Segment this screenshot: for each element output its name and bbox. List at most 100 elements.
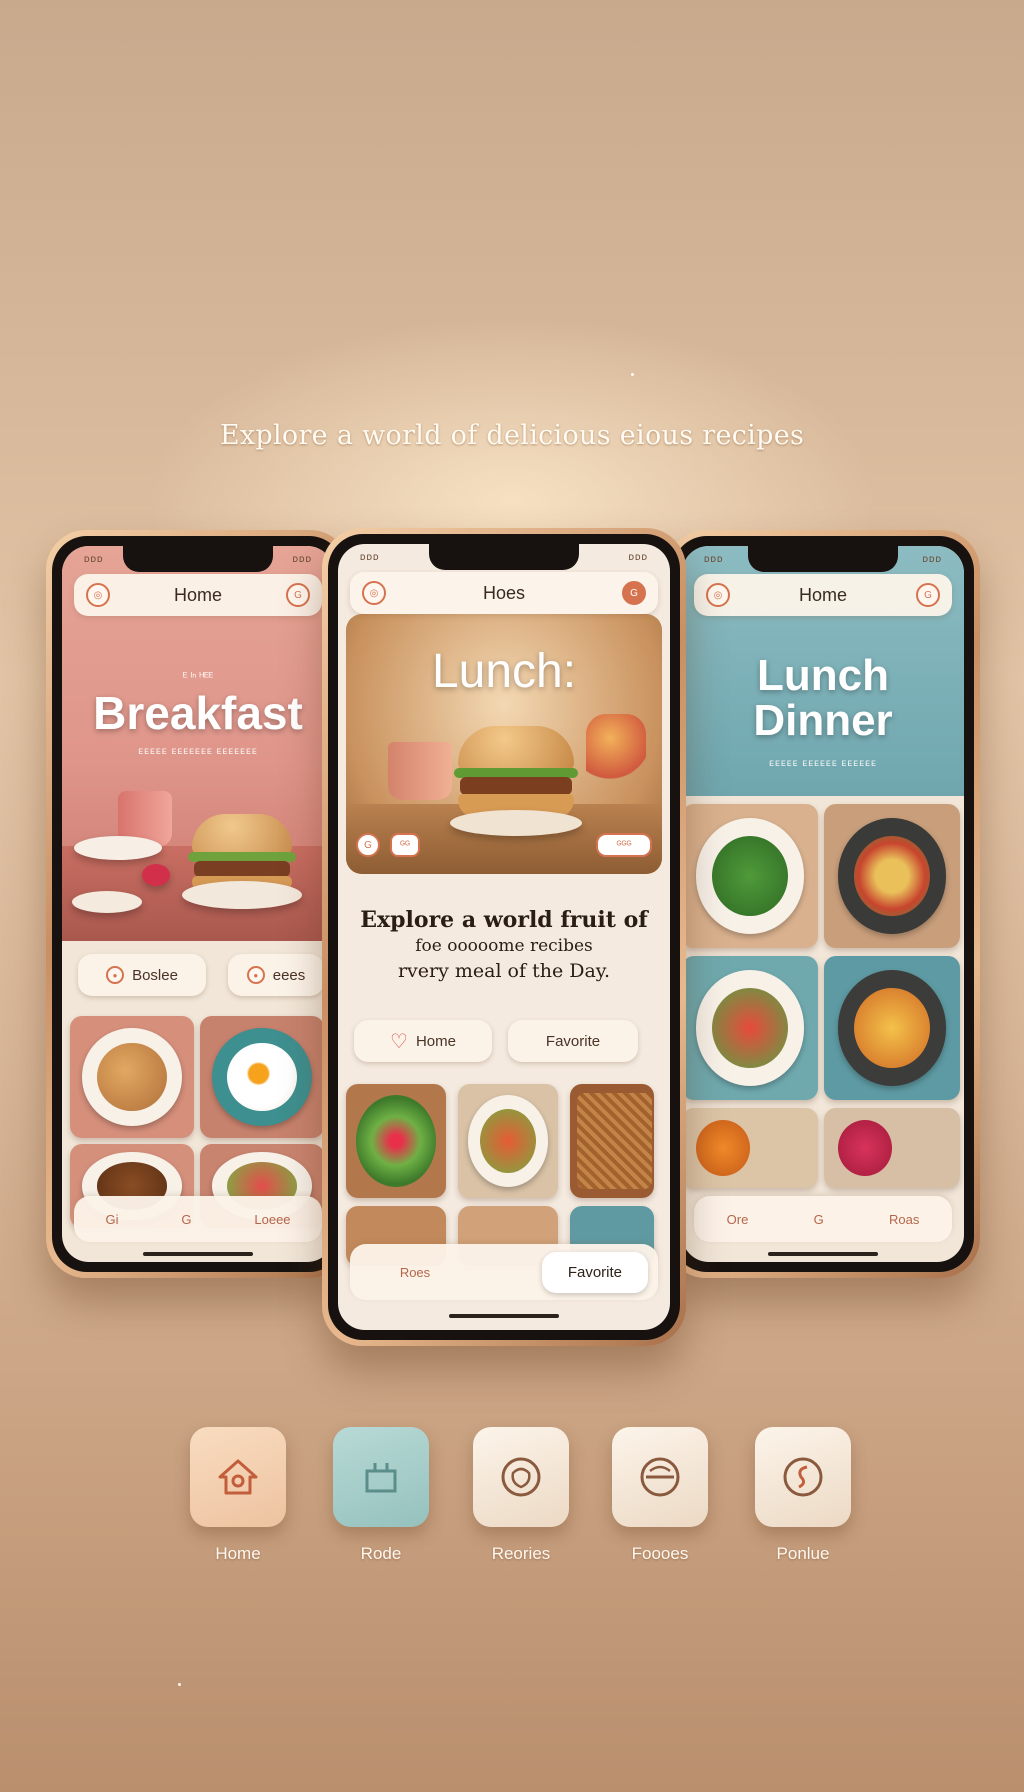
hero-title-line2: Dinner bbox=[753, 696, 893, 745]
recipe-tile[interactable] bbox=[570, 1084, 654, 1198]
notch bbox=[748, 546, 898, 572]
nav-item-favorite[interactable]: Favorite bbox=[541, 1251, 648, 1293]
notch bbox=[123, 546, 273, 572]
dish-image bbox=[576, 1093, 653, 1189]
recipe-tile[interactable] bbox=[346, 1084, 446, 1198]
breakfast-secondary-pill[interactable]: ● eees bbox=[228, 954, 324, 996]
menu-icon[interactable]: ◎ bbox=[706, 583, 730, 607]
home-pill-button[interactable]: ♡ Home bbox=[354, 1020, 492, 1062]
burger-image bbox=[454, 726, 578, 822]
recipes-icon-card[interactable] bbox=[473, 1427, 569, 1527]
tagline: Explore a world of delicious eious recip… bbox=[219, 420, 805, 451]
icon-label-rode: Rode bbox=[360, 1544, 402, 1563]
hero-subtitle: ᴇᴇᴇᴇᴇ ᴇᴇᴇᴇᴇᴇᴇ ᴇᴇᴇᴇᴇᴇᴇ bbox=[138, 746, 258, 757]
settings-icon[interactable]: G bbox=[915, 583, 940, 607]
plate-icon-card[interactable] bbox=[612, 1427, 708, 1527]
settings-icon[interactable]: G bbox=[285, 583, 310, 607]
flower-vase-image bbox=[586, 714, 646, 794]
recipe-tile[interactable] bbox=[824, 804, 960, 948]
home-indicator bbox=[143, 1252, 253, 1256]
nav-item[interactable]: G bbox=[814, 1212, 824, 1227]
dish-image bbox=[227, 1042, 297, 1112]
phone-lunch: ᴅᴅᴅ ᴅᴅᴅ Lunch: G ᴳᴳ ᴳᴳᴳ ◎ Hoes G Explore… bbox=[322, 528, 686, 1346]
bottom-nav: Roes Favorite bbox=[350, 1244, 658, 1300]
badge-icon[interactable]: G bbox=[356, 833, 380, 857]
pill-label: eees bbox=[272, 966, 306, 984]
nav-item[interactable]: Gi bbox=[105, 1212, 118, 1227]
dish-image bbox=[837, 1120, 892, 1176]
icon-label-foods: Foooes bbox=[631, 1544, 689, 1563]
headline-line: foe ooooome recibes bbox=[415, 936, 593, 956]
recipe-tile[interactable] bbox=[682, 956, 818, 1100]
notch bbox=[429, 544, 579, 570]
recipe-tile[interactable] bbox=[200, 1016, 324, 1138]
menu-icon[interactable]: ◎ bbox=[362, 581, 386, 605]
home-icon bbox=[218, 1459, 258, 1495]
recipe-tile[interactable] bbox=[824, 956, 960, 1100]
dish-image bbox=[356, 1095, 436, 1187]
home-indicator bbox=[449, 1314, 559, 1318]
top-bar: ◎ Home G bbox=[694, 574, 952, 616]
recipe-tile[interactable] bbox=[682, 1108, 818, 1188]
dish-image bbox=[97, 1042, 167, 1112]
heart-icon: ♡ bbox=[390, 1030, 408, 1053]
header-title: Hoes bbox=[482, 582, 526, 603]
recipes-icon bbox=[501, 1457, 541, 1497]
breakfast-pill-button[interactable]: ● Boslee bbox=[78, 954, 206, 996]
shop-icon bbox=[365, 1463, 397, 1493]
phone-bezel: ᴅᴅᴅ ᴅᴅᴅ Lunch Dinner ᴇᴇᴇᴇᴇ ᴇᴇᴇᴇᴇᴇ ᴇᴇᴇᴇᴇᴇ… bbox=[672, 536, 974, 1272]
profile-icon bbox=[783, 1457, 823, 1497]
badge-icon[interactable]: ᴳᴳ bbox=[390, 833, 420, 857]
headline-line: Explore a world fruit of bbox=[360, 907, 648, 933]
hero-title-line1: Lunch bbox=[757, 651, 889, 700]
tag-icon: ● bbox=[106, 966, 125, 984]
top-bar: ◎ Home G bbox=[74, 574, 322, 616]
nav-item[interactable]: Ore bbox=[727, 1212, 749, 1227]
dish-image bbox=[480, 1109, 536, 1173]
phone-screen: ᴅᴅᴅ ᴅᴅᴅ Lunch: G ᴳᴳ ᴳᴳᴳ ◎ Hoes G Explore… bbox=[338, 544, 670, 1330]
favorite-pill-button[interactable]: Favorite bbox=[508, 1020, 638, 1062]
phone-bezel: ᴅᴅᴅ ᴅᴅᴅ ᴱ ᴵⁿ ᴴᴱᴱ Breakfast ᴇᴇᴇᴇᴇ ᴇᴇᴇᴇᴇᴇᴇ… bbox=[52, 536, 344, 1272]
phone-screen: ᴅᴅᴅ ᴅᴅᴅ ᴱ ᴵⁿ ᴴᴱᴱ Breakfast ᴇᴇᴇᴇᴇ ᴇᴇᴇᴇᴇᴇᴇ… bbox=[62, 546, 334, 1262]
header-title: Home bbox=[173, 584, 222, 605]
menu-icon[interactable]: ◎ bbox=[86, 583, 110, 607]
status-right: ᴅᴅᴅ bbox=[628, 552, 648, 563]
lunch-hero: Lunch: G ᴳᴳ ᴳᴳᴳ bbox=[346, 614, 662, 874]
phone-breakfast: ᴅᴅᴅ ᴅᴅᴅ ᴱ ᴵⁿ ᴴᴱᴱ Breakfast ᴇᴇᴇᴇᴇ ᴇᴇᴇᴇᴇᴇᴇ… bbox=[46, 530, 350, 1278]
nav-item-roes[interactable]: Roes bbox=[360, 1265, 470, 1280]
recipe-tile[interactable] bbox=[458, 1084, 558, 1198]
profile-icon-card[interactable] bbox=[755, 1427, 851, 1527]
dish-image bbox=[853, 987, 931, 1069]
icon-label-recipes: Reories bbox=[491, 1544, 551, 1563]
small-dish-image bbox=[72, 891, 142, 913]
nav-item[interactable]: G bbox=[181, 1212, 191, 1227]
phone-bezel: ᴅᴅᴅ ᴅᴅᴅ Lunch: G ᴳᴳ ᴳᴳᴳ ◎ Hoes G Explore… bbox=[328, 534, 680, 1340]
recipe-tile[interactable] bbox=[824, 1108, 960, 1188]
badge-pill[interactable]: ᴳᴳᴳ bbox=[596, 833, 652, 857]
dish-image bbox=[695, 1120, 750, 1176]
headline: Explore a world fruit of foe ooooome rec… bbox=[350, 906, 658, 984]
hero-subtitle: ᴇᴇᴇᴇᴇ ᴇᴇᴇᴇᴇᴇ ᴇᴇᴇᴇᴇᴇ bbox=[769, 758, 877, 769]
header-title: Home bbox=[798, 584, 847, 605]
hero-title: Lunch: bbox=[431, 645, 577, 698]
icon-label-home: Home bbox=[215, 1544, 261, 1563]
dish-image bbox=[711, 987, 789, 1069]
recipe-tile[interactable] bbox=[70, 1016, 194, 1138]
home-icon-card[interactable] bbox=[190, 1427, 286, 1527]
plate-icon bbox=[640, 1457, 680, 1497]
shop-icon-card[interactable] bbox=[333, 1427, 429, 1527]
bottom-nav: Gi G Loeee bbox=[74, 1196, 322, 1242]
nav-item[interactable]: Roas bbox=[889, 1212, 919, 1227]
pill-label: Boslee bbox=[132, 966, 178, 984]
dish-image bbox=[853, 835, 931, 917]
nav-item[interactable]: Loeee bbox=[254, 1212, 290, 1227]
settings-icon[interactable]: G bbox=[622, 581, 646, 605]
dish-image bbox=[711, 835, 789, 917]
recipe-tile[interactable] bbox=[682, 804, 818, 948]
status-right: ᴅᴅᴅ bbox=[922, 554, 942, 565]
cup-image bbox=[388, 742, 452, 800]
status-left: ᴅᴅᴅ bbox=[360, 552, 380, 563]
top-bar: ◎ Hoes G bbox=[350, 572, 658, 614]
saucer-image bbox=[74, 836, 162, 860]
tag-icon: ● bbox=[246, 966, 265, 984]
